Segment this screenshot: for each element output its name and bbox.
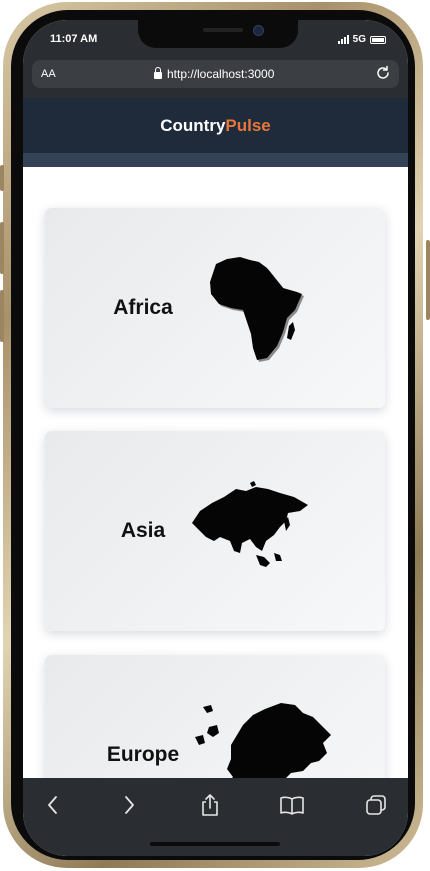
brand-logo[interactable]: CountryPulse — [23, 98, 408, 153]
volume-down-button — [0, 290, 4, 342]
header-subbar — [23, 153, 408, 167]
europe-map-icon — [195, 703, 331, 778]
signal-icon — [337, 35, 349, 44]
tabs-icon[interactable] — [363, 792, 389, 818]
status-bar: 11:07 AM 5G — [23, 20, 408, 60]
app-header: CountryPulse — [23, 98, 408, 153]
notch — [138, 20, 298, 48]
url-display[interactable]: http://localhost:3000 — [154, 67, 274, 81]
phone-screen: 11:07 AM 5G AA http://localhost:3000 Cou… — [23, 20, 408, 856]
front-camera — [253, 25, 264, 36]
brand-primary: Country — [160, 116, 226, 135]
battery-icon — [370, 35, 386, 44]
volume-up-button — [0, 222, 4, 274]
home-indicator — [150, 842, 280, 846]
network-label: 5G — [352, 34, 366, 45]
browser-chrome: AA http://localhost:3000 — [23, 60, 408, 98]
earpiece-speaker — [203, 28, 243, 32]
mute-switch — [0, 165, 4, 191]
forward-icon[interactable] — [116, 792, 142, 818]
address-bar[interactable]: AA http://localhost:3000 — [32, 60, 399, 88]
share-icon[interactable] — [197, 792, 223, 818]
brand-accent: Pulse — [225, 116, 271, 135]
reload-icon[interactable] — [375, 65, 391, 86]
africa-map-icon — [210, 257, 304, 362]
url-text: http://localhost:3000 — [167, 67, 275, 81]
browser-toolbar — [23, 778, 408, 856]
status-time: 11:07 AM — [50, 33, 98, 45]
status-indicators: 5G — [337, 34, 386, 45]
continent-card-europe[interactable]: Europe — [45, 655, 385, 778]
back-icon[interactable] — [40, 792, 66, 818]
bookmarks-icon[interactable] — [279, 792, 305, 818]
reader-mode-button[interactable]: AA — [41, 68, 56, 80]
lock-icon — [154, 67, 162, 79]
continent-card-asia[interactable]: Asia — [45, 431, 385, 631]
continent-list: Africa Asia Europe — [23, 167, 408, 778]
asia-map-icon — [192, 481, 308, 567]
power-button — [426, 240, 430, 320]
continent-card-africa[interactable]: Africa — [45, 208, 385, 408]
